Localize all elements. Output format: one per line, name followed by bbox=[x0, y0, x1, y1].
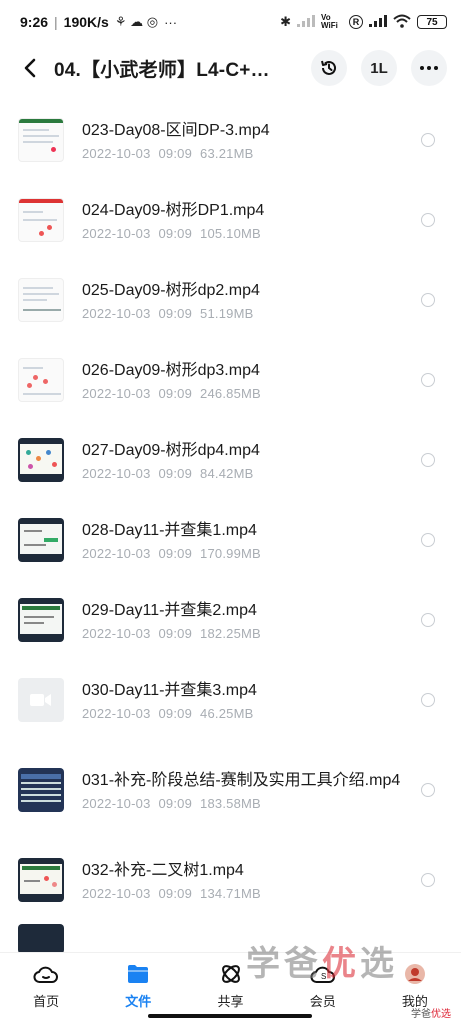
video-thumbnail bbox=[18, 358, 64, 402]
video-thumbnail bbox=[18, 924, 64, 954]
battery-icon: 75 bbox=[417, 15, 447, 29]
nav-label: 文件 bbox=[125, 994, 152, 1009]
nav-label: 共享 bbox=[217, 994, 244, 1009]
video-thumbnail bbox=[18, 598, 64, 642]
history-button[interactable] bbox=[311, 50, 347, 86]
select-radio[interactable] bbox=[421, 783, 435, 797]
file-name: 024-Day09-树形DP1.mp4 bbox=[82, 201, 265, 219]
bluetooth-icon: ✱ bbox=[280, 14, 291, 29]
watermark-small: 学爸优选 bbox=[411, 1009, 451, 1020]
file-meta: 2022-10-03 09:09 46.25MB bbox=[82, 705, 254, 721]
file-name: 028-Day11-并查集1.mp4 bbox=[82, 521, 257, 539]
home-indicator[interactable] bbox=[148, 1014, 312, 1018]
file-list: 023-Day08-区间DP-3.mp4 2022-10-03 09:09 63.2… bbox=[0, 100, 461, 960]
status-time: 9:26 bbox=[20, 14, 49, 30]
status-bar: 9:26 | 190K/s ⚘ ☁ ◎ ··· ✱ Vo WiFi R 75 bbox=[0, 0, 461, 44]
file-row[interactable]: 027-Day09-树形dp4.mp4 2022-10-03 09:09 84.42… bbox=[0, 420, 461, 500]
file-row[interactable]: 030-Day11-并查集3.mp4 2022-10-03 09:09 46.25M… bbox=[0, 660, 461, 740]
select-radio[interactable] bbox=[421, 873, 435, 887]
select-radio[interactable] bbox=[421, 533, 435, 547]
nav-home[interactable]: 首页 bbox=[0, 953, 92, 1024]
file-row[interactable]: 026-Day09-树形dp3.mp4 2022-10-03 09:09 246.8… bbox=[0, 340, 461, 420]
page-title: 04.【小武老师】L4-C++... bbox=[54, 59, 274, 81]
file-meta: 2022-10-03 09:09 246.85MB bbox=[82, 385, 261, 401]
sort-button[interactable]: 1L bbox=[361, 50, 397, 86]
file-meta: 2022-10-03 09:09 134.71MB bbox=[82, 885, 261, 901]
video-thumbnail bbox=[18, 858, 64, 902]
history-icon bbox=[321, 60, 336, 75]
notification-icons: ⚘ ☁ ◎ bbox=[114, 14, 159, 29]
folder-icon bbox=[125, 961, 151, 987]
video-thumbnail bbox=[18, 518, 64, 562]
more-notifications-icon: ··· bbox=[164, 14, 178, 30]
top-app-bar: 04.【小武老师】L4-C++... 1L bbox=[0, 44, 461, 92]
file-meta: 2022-10-03 09:09 105.10MB bbox=[82, 225, 261, 241]
file-meta: 2022-10-03 09:09 63.21MB bbox=[82, 145, 254, 161]
file-name: 025-Day09-树形dp2.mp4 bbox=[82, 281, 260, 299]
file-name: 029-Day11-并查集2.mp4 bbox=[82, 601, 257, 619]
file-meta: 2022-10-03 09:09 170.99MB bbox=[82, 545, 261, 561]
profile-icon bbox=[402, 961, 428, 987]
video-thumbnail bbox=[18, 768, 64, 812]
file-meta: 2022-10-03 09:09 51.19MB bbox=[82, 305, 254, 321]
select-radio[interactable] bbox=[421, 453, 435, 467]
video-thumbnail bbox=[18, 278, 64, 322]
select-radio[interactable] bbox=[421, 693, 435, 707]
file-meta: 2022-10-03 09:09 84.42MB bbox=[82, 465, 254, 481]
file-row[interactable]: 028-Day11-并查集1.mp4 2022-10-03 09:09 170.99… bbox=[0, 500, 461, 580]
file-row[interactable]: 032-补充-二叉树1.mp4 2022-10-03 09:09 134.71MB bbox=[0, 840, 461, 920]
cloud-home-icon bbox=[33, 961, 59, 987]
file-row[interactable]: 029-Day11-并查集2.mp4 2022-10-03 09:09 182.25… bbox=[0, 580, 461, 660]
nav-label: 首页 bbox=[33, 994, 60, 1009]
video-thumbnail bbox=[18, 438, 64, 482]
volte-wifi-icon: Vo WiFi bbox=[321, 13, 338, 30]
file-name: 030-Day11-并查集3.mp4 bbox=[82, 681, 257, 699]
file-row[interactable]: 031-补充-阶段总结-赛制及实用工具介绍.mp4 2022-10-03 09:0… bbox=[0, 740, 461, 840]
wifi-icon bbox=[393, 14, 411, 31]
signal-strength-icon bbox=[369, 14, 387, 30]
file-row[interactable]: 023-Day08-区间DP-3.mp4 2022-10-03 09:09 63.2… bbox=[0, 100, 461, 180]
signal-icon bbox=[297, 14, 315, 30]
nav-label: 会员 bbox=[309, 994, 336, 1009]
file-name: 032-补充-二叉树1.mp4 bbox=[82, 861, 244, 879]
file-name: 031-补充-阶段总结-赛制及实用工具介绍.mp4 bbox=[82, 771, 401, 789]
file-name: 026-Day09-树形dp3.mp4 bbox=[82, 361, 260, 379]
sort-icon: 1L bbox=[370, 59, 388, 77]
share-icon bbox=[218, 961, 244, 987]
more-button[interactable] bbox=[411, 50, 447, 86]
select-radio[interactable] bbox=[421, 133, 435, 147]
chevron-left-icon bbox=[24, 58, 36, 78]
more-icon bbox=[420, 66, 438, 70]
network-speed: 190K/s bbox=[63, 14, 109, 30]
video-placeholder-icon bbox=[18, 678, 64, 722]
video-thumbnail bbox=[18, 198, 64, 242]
file-name: 027-Day09-树形dp4.mp4 bbox=[82, 441, 260, 459]
file-meta: 2022-10-03 09:09 183.58MB bbox=[82, 795, 261, 811]
video-thumbnail bbox=[18, 118, 64, 162]
registered-icon: R bbox=[349, 15, 363, 29]
select-radio[interactable] bbox=[421, 293, 435, 307]
select-radio[interactable] bbox=[421, 373, 435, 387]
file-meta: 2022-10-03 09:09 182.25MB bbox=[82, 625, 261, 641]
watermark: 学爸优选 bbox=[246, 945, 398, 983]
file-row[interactable]: 025-Day09-树形dp2.mp4 2022-10-03 09:09 51.19… bbox=[0, 260, 461, 340]
file-row[interactable]: 024-Day09-树形DP1.mp4 2022-10-03 09:09 105.1… bbox=[0, 180, 461, 260]
file-name: 023-Day08-区间DP-3.mp4 bbox=[82, 121, 270, 139]
select-radio[interactable] bbox=[421, 613, 435, 627]
back-button[interactable] bbox=[12, 50, 48, 86]
select-radio[interactable] bbox=[421, 213, 435, 227]
